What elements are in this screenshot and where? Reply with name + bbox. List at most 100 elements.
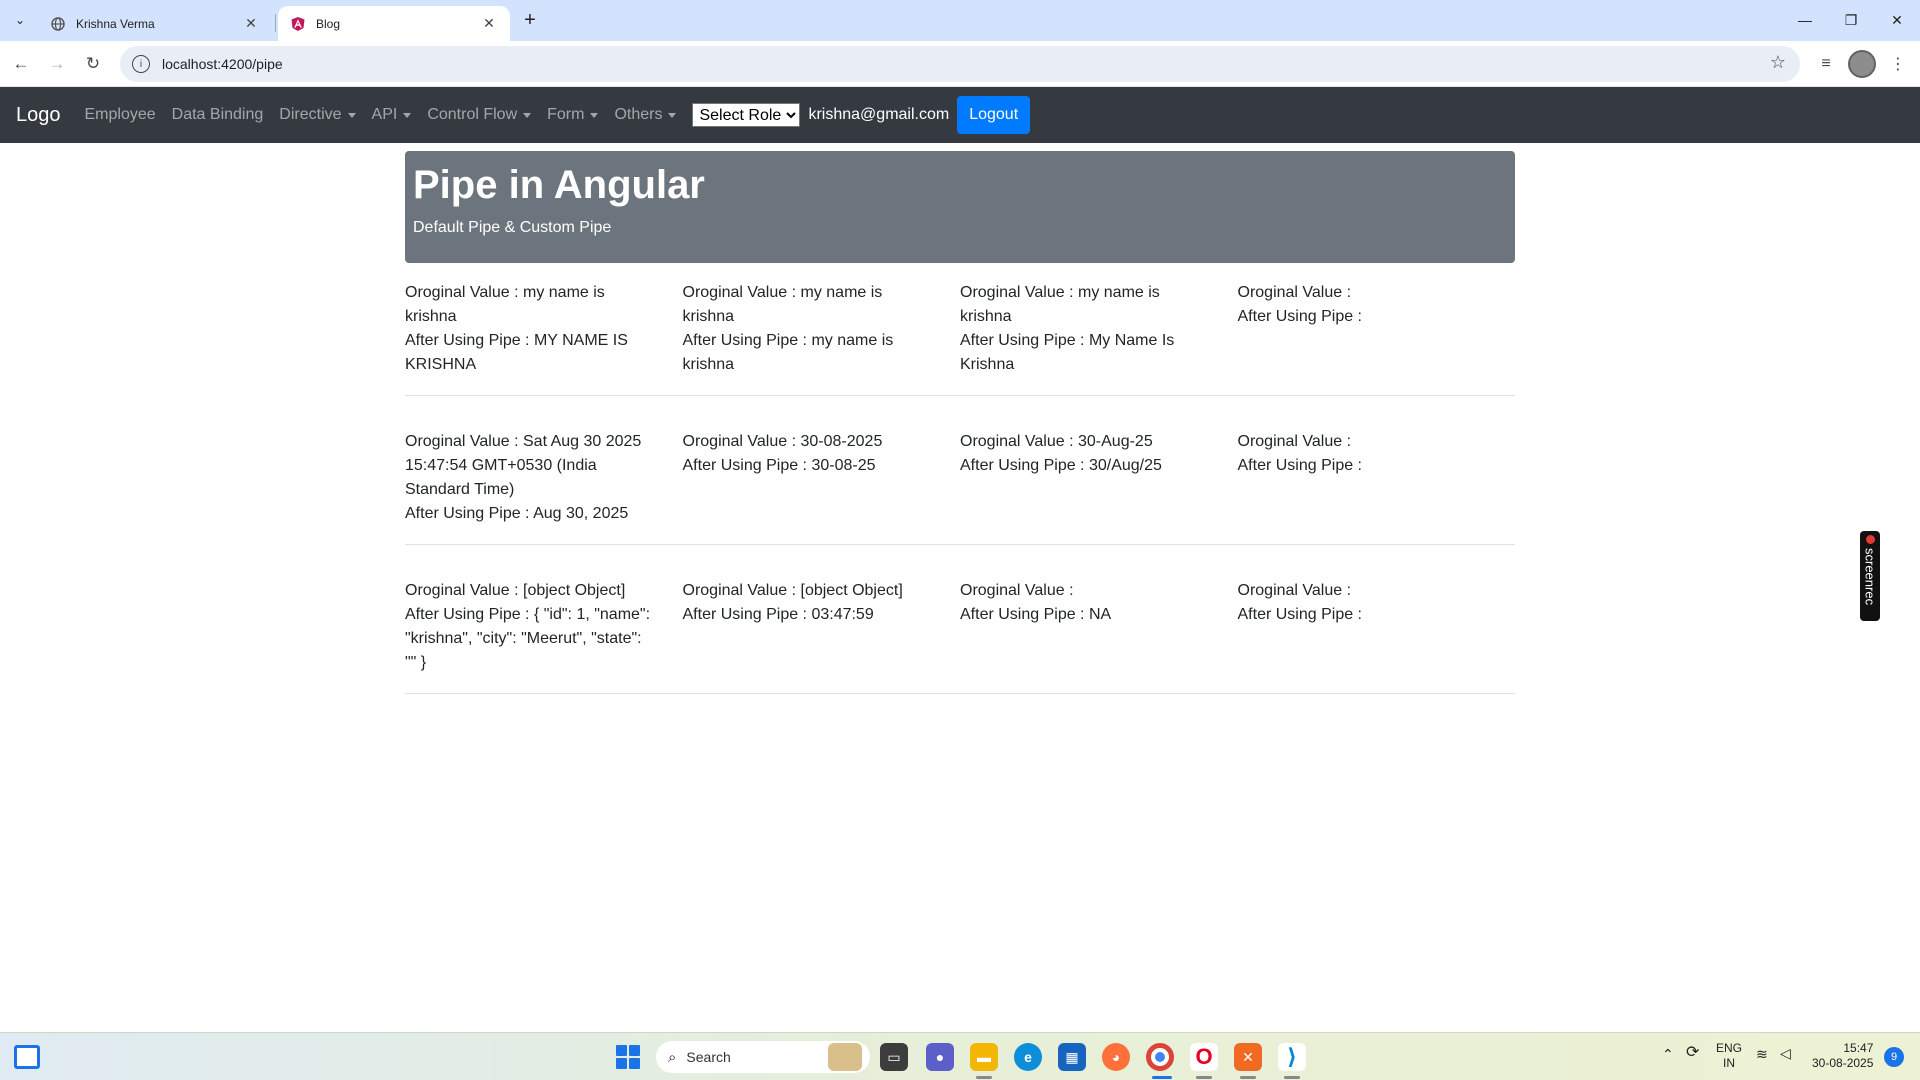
tab-separator [275, 14, 276, 32]
tab-title: Krishna Verma [76, 16, 155, 31]
notification-badge[interactable]: 9 [1884, 1047, 1904, 1067]
sync-icon[interactable]: ⟳ [1686, 1045, 1699, 1061]
logout-button[interactable]: Logout [957, 96, 1031, 134]
forward-button[interactable]: → [42, 49, 72, 79]
windows-taskbar: ⌕ Search ▭ ● ▬ e ▦ ◕ O ✕ ⟩ ⌃ ⟳ ENG IN ≋ … [0, 1032, 1920, 1080]
active-app-indicator [1152, 1076, 1172, 1079]
piped-value: After Using Pipe : Aug 30, 2025 [405, 505, 629, 522]
close-tab-icon[interactable]: ✕ [480, 15, 498, 33]
nav-link-label: API [371, 106, 398, 123]
running-indicator [1240, 1076, 1256, 1079]
close-window-button[interactable]: ✕ [1874, 0, 1920, 40]
xampp-icon[interactable]: ✕ [1234, 1043, 1262, 1071]
nav-dropdown-form[interactable]: Form [547, 106, 599, 124]
original-value: Oroginal Value : [1237, 284, 1352, 301]
original-value: Oroginal Value : 30-08-2025 [682, 433, 883, 450]
role-select[interactable]: Select Role [692, 103, 801, 127]
original-value: Oroginal Value : [960, 582, 1074, 599]
original-value: Oroginal Value : my name is krishna [960, 284, 1160, 325]
wifi-icon[interactable]: ≋ [1756, 1047, 1768, 1062]
nav-dropdown-control-flow[interactable]: Control Flow [427, 106, 532, 124]
site-info-icon[interactable]: i [132, 55, 150, 73]
pipe-cell: Oroginal Value : [object Object] After U… [405, 579, 683, 675]
windows-start-icon[interactable] [616, 1045, 640, 1069]
caret-down-icon [668, 112, 677, 118]
browser-menu-icon[interactable]: ⋮ [1884, 50, 1912, 78]
edge-icon[interactable]: e [1014, 1043, 1042, 1071]
minimize-button[interactable]: — [1782, 0, 1828, 40]
pipe-cell: Oroginal Value : [object Object] After U… [683, 579, 961, 675]
close-tab-icon[interactable]: ✕ [242, 15, 260, 33]
piped-value: After Using Pipe : 30-08-25 [682, 457, 876, 474]
new-tab-button[interactable]: + [518, 8, 542, 32]
tab-search-button[interactable]: ⌄ [8, 8, 32, 32]
restore-button[interactable]: ❐ [1828, 0, 1874, 40]
nav-dropdown-api[interactable]: API [372, 106, 412, 124]
browser-tabstrip: ⌄ Krishna Verma ✕ Blog ✕ + — ❐ ✕ [0, 0, 1920, 41]
media-controls-icon[interactable]: ≡ [1812, 50, 1840, 78]
nav-link-employee[interactable]: Employee [85, 106, 156, 124]
bookmark-star-icon[interactable]: ☆ [1770, 52, 1786, 73]
back-button[interactable]: ← [6, 49, 36, 79]
taskbar-search[interactable]: ⌕ Search [656, 1041, 870, 1073]
original-value: Oroginal Value : my name is krishna [405, 284, 605, 325]
nav-dropdown-directive[interactable]: Directive [279, 106, 356, 124]
globe-icon [50, 16, 66, 32]
browser-tab-blog[interactable]: Blog ✕ [278, 6, 510, 41]
nav-link-label: Employee [84, 106, 156, 123]
original-value: Oroginal Value : 30-Aug-25 [960, 433, 1153, 450]
volume-icon[interactable]: ◁ [1780, 1046, 1791, 1061]
running-indicator [1284, 1076, 1300, 1079]
nav-link-data-binding[interactable]: Data Binding [172, 106, 264, 124]
pipe-cell: Oroginal Value : my name is krishna Afte… [960, 281, 1238, 377]
clock[interactable]: 15:47 30-08-2025 [1812, 1041, 1873, 1071]
browser-toolbar: ← → ↻ i localhost:4200/pipe ☆ ≡ ⋮ [0, 41, 1920, 87]
pipe-cell: Oroginal Value : my name is krishna Afte… [683, 281, 961, 377]
piped-value: After Using Pipe : 03:47:59 [682, 606, 874, 623]
pipe-row-string: Oroginal Value : my name is krishna Afte… [405, 263, 1515, 396]
nav-dropdown-others[interactable]: Others [614, 106, 677, 124]
nav-link-label: Form [547, 106, 585, 123]
original-value: Oroginal Value : [object Object] [405, 582, 626, 599]
piped-value: After Using Pipe : [1237, 606, 1363, 623]
record-dot-icon [1865, 535, 1875, 544]
main-content: Pipe in Angular Default Pipe & Custom Pi… [405, 151, 1515, 694]
piped-value: After Using Pipe : NA [960, 606, 1112, 623]
widgets-icon[interactable] [14, 1045, 40, 1069]
opera-icon[interactable]: O [1190, 1043, 1218, 1071]
pipe-cell: Oroginal Value : 30-08-2025 After Using … [683, 430, 961, 526]
profile-avatar[interactable] [1848, 50, 1876, 78]
pipe-row-object: Oroginal Value : [object Object] After U… [405, 545, 1515, 694]
file-explorer-icon[interactable]: ▬ [970, 1043, 998, 1071]
firefox-icon[interactable]: ◕ [1102, 1043, 1130, 1071]
search-highlight-icon [828, 1043, 862, 1071]
clock-time: 15:47 [1843, 1041, 1874, 1055]
nav-link-label: Data Binding [171, 106, 264, 123]
arrow-right-icon: → [48, 54, 66, 73]
task-view-icon[interactable]: ▭ [880, 1043, 908, 1071]
original-value: Oroginal Value : my name is krishna [682, 284, 883, 325]
chrome-icon[interactable] [1146, 1043, 1174, 1071]
language-indicator[interactable]: ENG IN [1716, 1041, 1742, 1071]
brand-logo[interactable]: Logo [16, 104, 61, 127]
vscode-icon[interactable]: ⟩ [1278, 1043, 1306, 1071]
tray-overflow-chevron-icon[interactable]: ⌃ [1662, 1047, 1674, 1062]
address-bar[interactable]: i localhost:4200/pipe ☆ [120, 46, 1800, 82]
nav-link-label: Control Flow [427, 106, 518, 123]
browser-tab-krishna-verma[interactable]: Krishna Verma ✕ [38, 6, 272, 41]
original-value: Oroginal Value : Sat Aug 30 2025 15:47:5… [405, 433, 642, 498]
user-email: krishna@gmail.com [808, 106, 950, 123]
region-code: IN [1723, 1056, 1735, 1070]
store-icon[interactable]: ▦ [1058, 1043, 1086, 1071]
teams-icon[interactable]: ● [926, 1043, 954, 1071]
tab-title: Blog [316, 16, 341, 31]
reload-button[interactable]: ↻ [78, 49, 108, 79]
screenrec-widget[interactable]: screenrec [1860, 531, 1880, 621]
search-placeholder: Search [686, 1049, 731, 1065]
pipe-cell: Oroginal Value : After Using Pipe : [1238, 281, 1516, 377]
caret-down-icon [523, 112, 532, 118]
pipe-cell: Oroginal Value : After Using Pipe : NA [960, 579, 1238, 675]
page-title: Pipe in Angular [413, 163, 705, 207]
piped-value: After Using Pipe : 30/Aug/25 [960, 457, 1162, 474]
running-indicator [976, 1076, 992, 1079]
